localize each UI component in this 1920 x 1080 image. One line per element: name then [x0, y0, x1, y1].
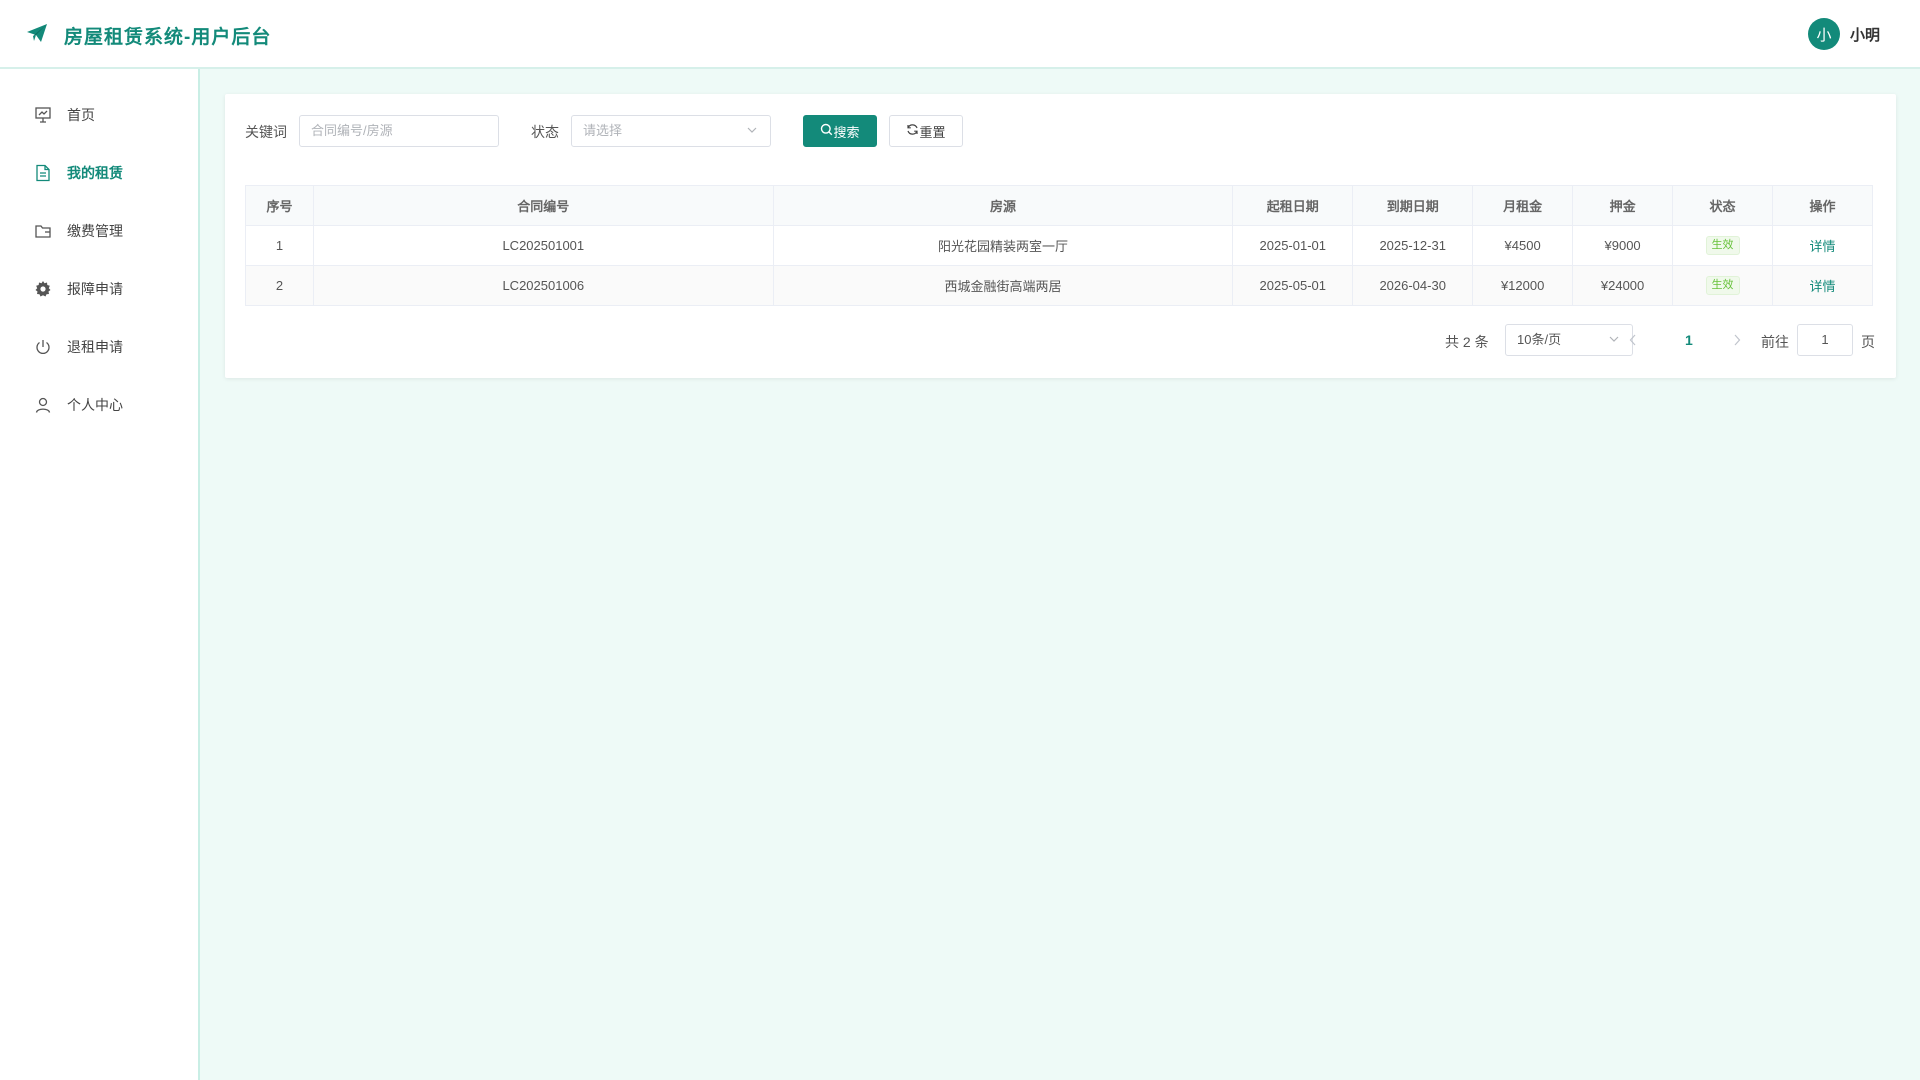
sidebar-item-profile[interactable]: 个人中心: [33, 390, 123, 420]
search-button-label: 搜索: [833, 124, 860, 140]
sidebar-item-payments[interactable]: 缴费管理: [33, 216, 123, 246]
reset-button-label: 重置: [919, 124, 946, 140]
lease-table: 序号 合同编号 房源 起租日期 到期日期 月租金 押金 状态 操作 1 LC20…: [245, 185, 1873, 306]
column-header-contract: 合同编号: [312, 185, 774, 226]
column-header-status: 状态: [1672, 185, 1773, 226]
status-badge: 生效: [1705, 276, 1740, 295]
page-number-current[interactable]: 1: [1685, 332, 1693, 348]
page-size-value: 10条/页: [1517, 332, 1562, 347]
cell-deposit: ¥9000: [1572, 225, 1674, 266]
sidebar-item-checkout[interactable]: 退租申请: [33, 332, 123, 362]
page-size-select[interactable]: 10条/页: [1505, 324, 1633, 356]
refresh-icon: [906, 123, 919, 139]
detail-link[interactable]: 详情: [1809, 279, 1835, 294]
top-header: 房屋租赁系统-用户后台 小 小明: [0, 0, 1920, 69]
chevron-down-icon: [1608, 325, 1620, 366]
pagination-total: 共 2 条: [1445, 334, 1489, 350]
cell-contract: LC202501006: [312, 265, 774, 306]
sidebar-item-label: 首页: [67, 107, 95, 123]
sidebar-item-label: 我的租赁: [67, 165, 123, 181]
prev-page-icon[interactable]: [1625, 330, 1641, 350]
cell-index: 1: [245, 225, 314, 266]
cell-property: 阳光花园精装两室一厅: [772, 225, 1234, 266]
status-badge: 生效: [1705, 236, 1740, 255]
status-select[interactable]: 请选择: [571, 115, 771, 147]
gear-icon: [33, 279, 53, 299]
avatar[interactable]: 小: [1807, 18, 1840, 50]
cell-rent: ¥4500: [1472, 225, 1574, 266]
paper-plane-icon: [26, 23, 48, 48]
column-header-property: 房源: [772, 185, 1234, 226]
power-icon: [33, 337, 53, 357]
sidebar-item-repair[interactable]: 报障申请: [33, 274, 123, 304]
page-suffix: 页: [1861, 334, 1875, 350]
table-row[interactable]: 2 LC202501006 西城金融街高端两居 2025-05-01 2026-…: [245, 265, 1873, 306]
cell-end-date: 2025-12-31: [1352, 225, 1474, 266]
sidebar-item-label: 缴费管理: [67, 223, 123, 239]
keyword-input[interactable]: 合同编号/房源: [299, 115, 499, 147]
cell-deposit: ¥24000: [1572, 265, 1674, 306]
detail-link[interactable]: 详情: [1809, 239, 1835, 254]
sidebar-item-label: 退租申请: [67, 339, 123, 355]
search-button[interactable]: 搜索: [803, 115, 877, 147]
cell-action: 详情: [1772, 265, 1873, 306]
column-header-rent: 月租金: [1472, 185, 1574, 226]
user-menu[interactable]: 小 小明: [1807, 18, 1880, 50]
cell-property: 西城金融街高端两居: [772, 265, 1234, 306]
goto-page-input[interactable]: 1: [1797, 324, 1853, 356]
keyword-placeholder: 合同编号/房源: [311, 123, 393, 138]
app-title: 房屋租赁系统-用户后台: [64, 27, 272, 48]
user-icon: [33, 395, 53, 415]
cell-index: 2: [245, 265, 314, 306]
document-icon: [33, 163, 53, 183]
column-header-index: 序号: [245, 185, 314, 226]
keyword-label: 关键词: [245, 124, 287, 140]
column-header-end-date: 到期日期: [1352, 185, 1474, 226]
folder-icon: [33, 221, 53, 241]
reset-button[interactable]: 重置: [889, 115, 963, 147]
status-label: 状态: [531, 124, 559, 140]
cell-status: 生效: [1672, 225, 1773, 266]
lease-list-card: 关键词 合同编号/房源 状态 请选择 搜索 重置 序号 合同编号 房源 起租日期…: [225, 94, 1896, 378]
cell-end-date: 2026-04-30: [1352, 265, 1474, 306]
sidebar-item-my-lease[interactable]: 我的租赁: [33, 158, 123, 188]
sidebar-item-home[interactable]: 首页: [33, 100, 95, 130]
status-placeholder: 请选择: [583, 123, 623, 138]
sidebar-item-label: 报障申请: [67, 281, 123, 297]
brand[interactable]: 房屋租赁系统-用户后台: [26, 22, 271, 49]
column-header-deposit: 押金: [1572, 185, 1674, 226]
cell-status: 生效: [1672, 265, 1773, 306]
cell-start-date: 2025-01-01: [1232, 225, 1354, 266]
column-header-action: 操作: [1772, 185, 1873, 226]
column-header-start-date: 起租日期: [1232, 185, 1354, 226]
presentation-icon: [33, 105, 53, 125]
sidebar: 首页 我的租赁 缴费管理 报障申请 退租申请 个人中心: [0, 69, 200, 1080]
cell-rent: ¥12000: [1472, 265, 1574, 306]
next-page-icon[interactable]: [1729, 330, 1745, 350]
username[interactable]: 小明: [1850, 24, 1880, 45]
cell-action: 详情: [1772, 225, 1873, 266]
table-header-row: 序号 合同编号 房源 起租日期 到期日期 月租金 押金 状态 操作: [245, 185, 1873, 226]
cell-contract: LC202501001: [312, 225, 774, 266]
table-row[interactable]: 1 LC202501001 阳光花园精装两室一厅 2025-01-01 2025…: [245, 225, 1873, 266]
sidebar-item-label: 个人中心: [67, 397, 123, 413]
goto-label: 前往: [1761, 334, 1789, 350]
cell-start-date: 2025-05-01: [1232, 265, 1354, 306]
search-icon: [820, 123, 833, 139]
chevron-down-icon: [746, 116, 758, 157]
